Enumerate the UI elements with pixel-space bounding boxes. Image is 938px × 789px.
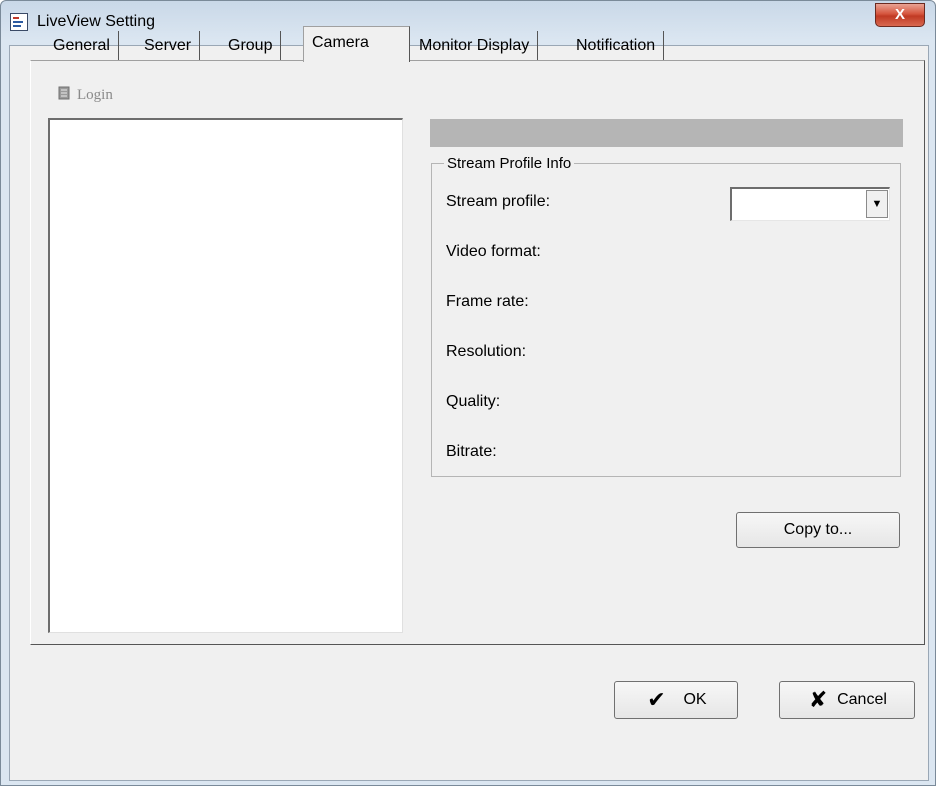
window-title: LiveView Setting bbox=[37, 13, 155, 30]
chevron-down-icon[interactable]: ▼ bbox=[866, 190, 888, 218]
app-settings-icon bbox=[10, 13, 28, 31]
video-format-label: Video format: bbox=[446, 243, 541, 260]
tab-general[interactable]: General bbox=[45, 31, 119, 61]
tab-camera[interactable]: Camera bbox=[303, 26, 410, 62]
resolution-label: Resolution: bbox=[446, 343, 527, 360]
ok-label: OK bbox=[683, 691, 707, 708]
login-button[interactable]: Login bbox=[58, 86, 113, 104]
camera-tree-list[interactable] bbox=[48, 118, 403, 633]
cancel-button[interactable]: ✘ Cancel bbox=[779, 681, 915, 719]
stream-profile-select[interactable]: ▼ bbox=[730, 187, 890, 221]
login-label: Login bbox=[77, 87, 113, 103]
tab-server[interactable]: Server bbox=[136, 31, 201, 61]
bitrate-label: Bitrate: bbox=[446, 443, 497, 460]
stream-profile-label: Stream profile: bbox=[446, 193, 551, 210]
checkmark-icon: ✔ bbox=[647, 687, 666, 712]
frame-rate-label: Frame rate: bbox=[446, 293, 529, 310]
copy-to-button[interactable]: Copy to... bbox=[736, 512, 900, 548]
tab-group[interactable]: Group bbox=[220, 31, 282, 61]
cancel-label: Cancel bbox=[837, 691, 887, 708]
cross-icon: ✘ bbox=[808, 687, 828, 712]
tab-monitor-display[interactable]: Monitor Display bbox=[411, 31, 539, 61]
stream-profile-info-legend: Stream Profile Info bbox=[447, 155, 572, 172]
login-icon bbox=[58, 86, 70, 100]
close-button[interactable]: X bbox=[875, 3, 925, 27]
tab-notification[interactable]: Notification bbox=[568, 31, 665, 61]
camera-header-bar bbox=[430, 119, 903, 147]
quality-label: Quality: bbox=[446, 393, 501, 410]
ok-button[interactable]: ✔ OK bbox=[614, 681, 738, 719]
